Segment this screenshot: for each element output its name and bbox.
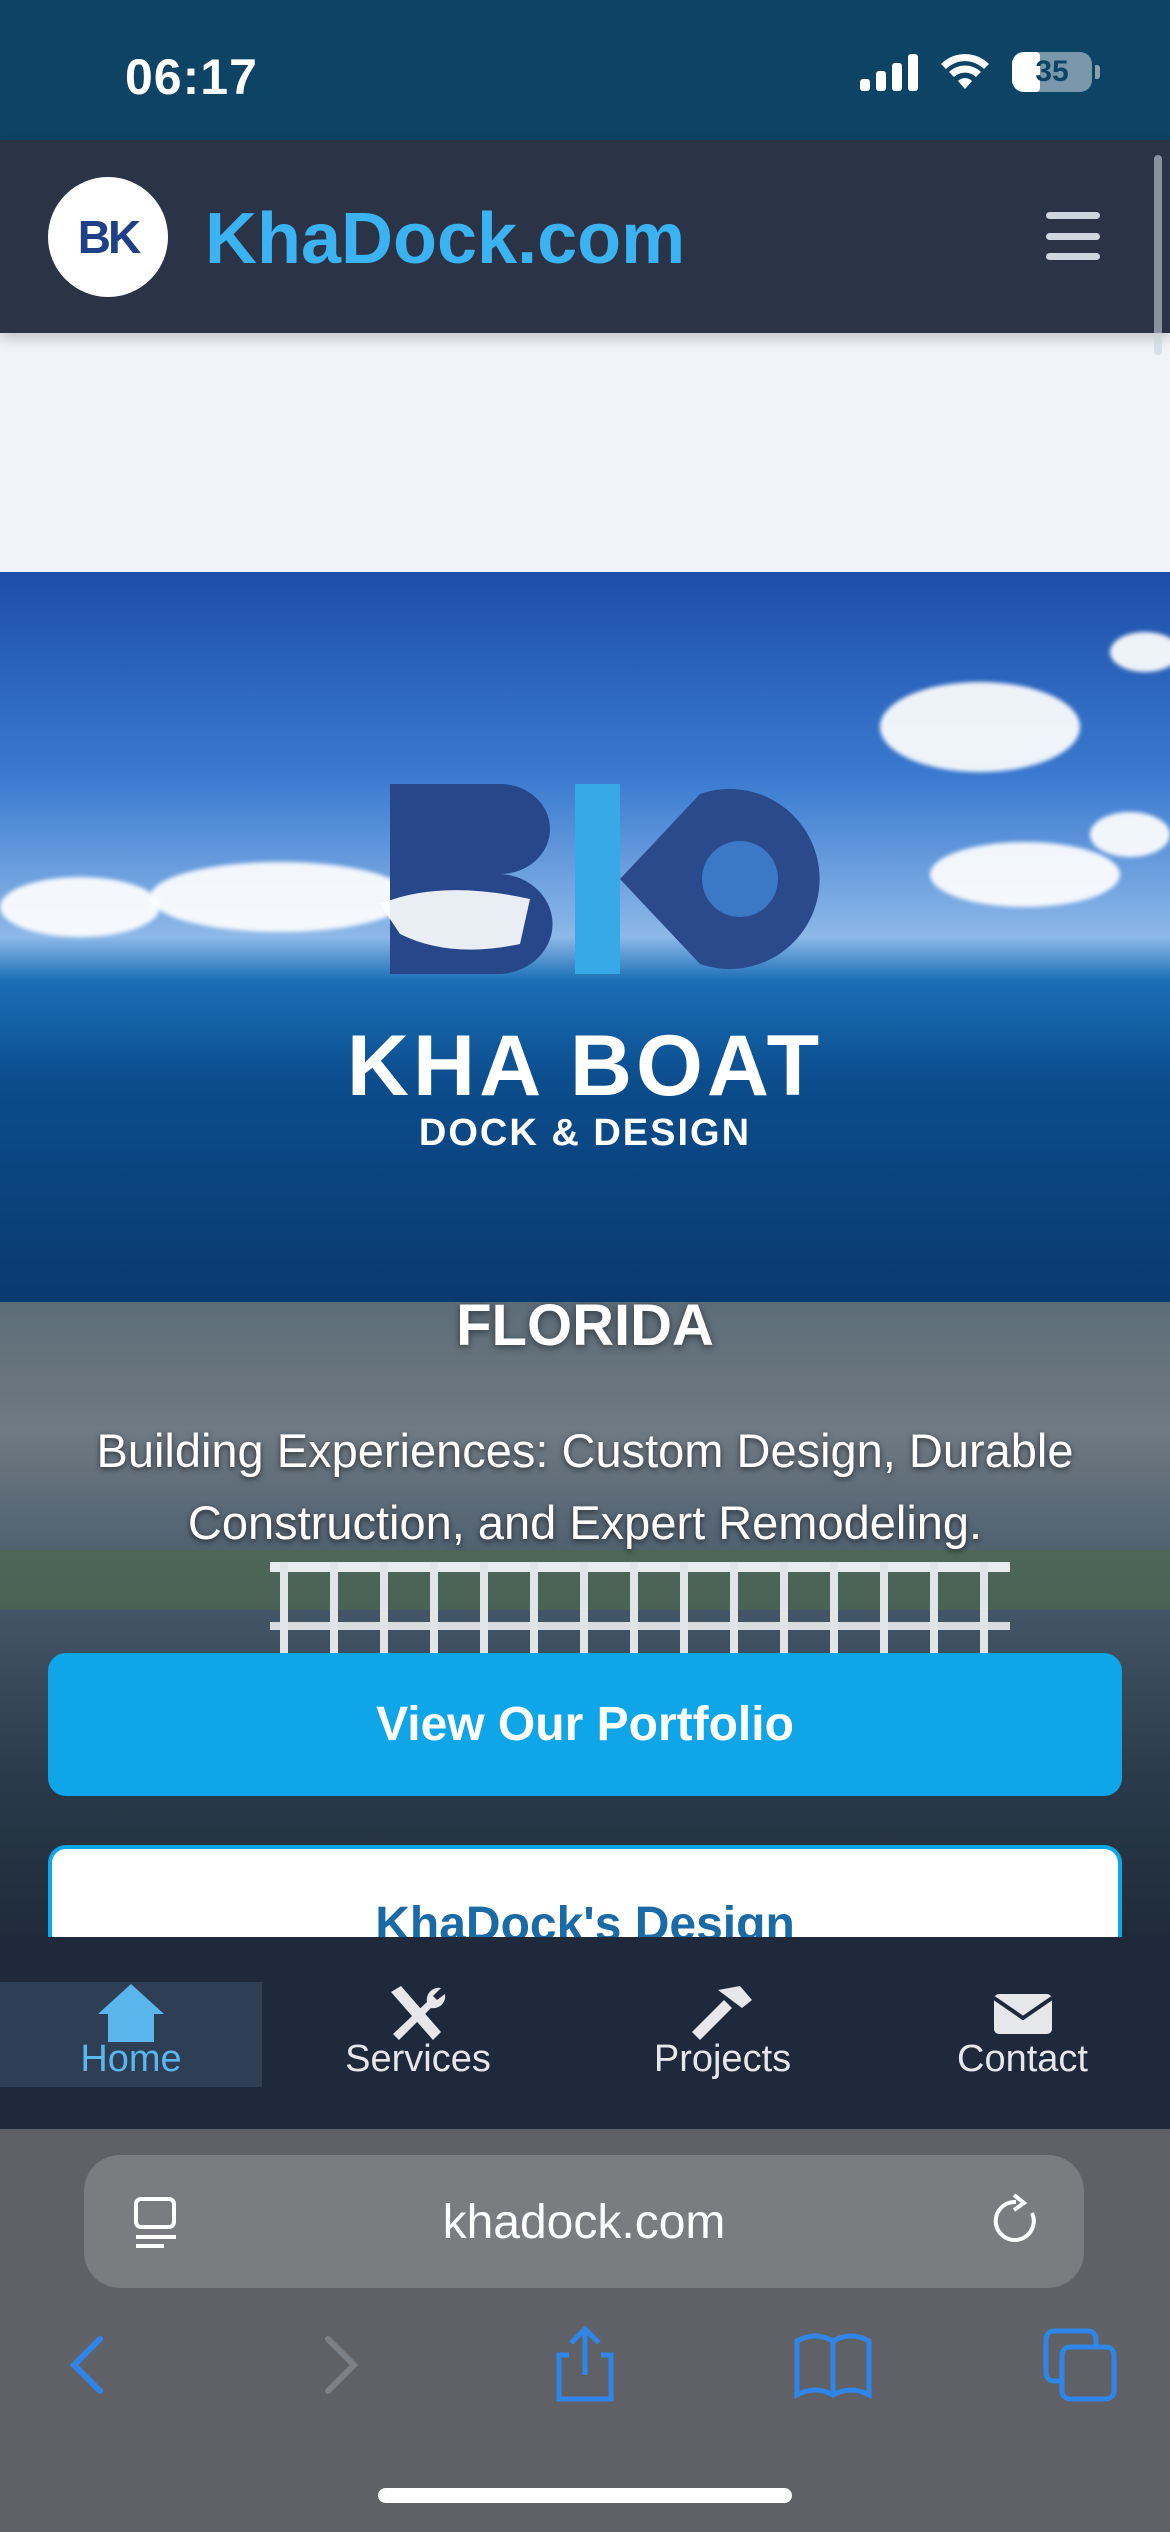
hammer-icon <box>691 1986 752 2040</box>
hero-logo-subtitle: DOCK & DESIGN <box>418 1112 752 1154</box>
nav-item-contact[interactable]: Contact <box>940 1982 1105 2087</box>
bk-logo-mark-icon <box>380 784 820 974</box>
reload-icon[interactable] <box>988 2193 1044 2249</box>
nav-label-contact: Contact <box>957 2038 1088 2080</box>
battery-percentage: 35 <box>1035 55 1069 88</box>
bottom-nav: Home Services Projects Contact <box>0 1937 1170 2129</box>
back-icon[interactable] <box>48 2325 128 2405</box>
view-portfolio-button[interactable]: View Our Portfolio <box>48 1653 1122 1796</box>
wifi-icon <box>941 54 989 89</box>
address-bar[interactable]: khadock.com <box>84 2155 1084 2288</box>
nav-item-projects[interactable]: Projects <box>625 1982 820 2087</box>
home-icon <box>98 1984 164 2042</box>
hero-logo-title: KHA BOAT <box>346 1018 824 1114</box>
page-scrollbar[interactable] <box>1154 155 1162 355</box>
nav-label-projects: Projects <box>653 2038 792 2080</box>
share-icon[interactable] <box>545 2325 625 2405</box>
status-icons: 35 <box>860 52 1100 92</box>
site-header: BK KhaDock.com <box>0 140 1170 333</box>
dock-background-image <box>0 1302 1170 1937</box>
menu-icon[interactable] <box>1046 212 1100 260</box>
nav-item-services[interactable]: Services <box>328 1982 508 2087</box>
status-bar: 06:17 35 <box>0 0 1170 140</box>
bookmarks-icon[interactable] <box>793 2325 873 2405</box>
site-logo-text: BK <box>77 211 141 263</box>
status-time: 06:17 <box>125 49 258 105</box>
nav-item-home[interactable]: Home <box>0 1982 262 2087</box>
hero-tagline: Building Experiences: Custom Design, Dur… <box>96 1424 1074 1549</box>
tabs-icon[interactable] <box>1040 2325 1120 2405</box>
nav-label-services: Services <box>345 2038 491 2080</box>
forward-icon[interactable] <box>300 2325 380 2405</box>
site-logo[interactable]: BK <box>48 177 168 297</box>
home-indicator[interactable] <box>378 2488 792 2503</box>
browser-toolbar: khadock.com <box>0 2129 1170 2532</box>
battery-icon: 35 <box>1012 52 1100 92</box>
envelope-icon <box>992 1994 1053 2034</box>
hero-banner-image: KHA BOAT DOCK & DESIGN <box>0 572 1170 1302</box>
url-text: khadock.com <box>442 2196 726 2249</box>
cellular-signal-icon <box>860 53 918 91</box>
hero-region-heading: FLORIDA <box>456 1293 714 1358</box>
nav-label-home: Home <box>80 2038 182 2080</box>
tools-icon <box>391 1986 446 2040</box>
site-name[interactable]: KhaDock.com <box>205 198 685 280</box>
